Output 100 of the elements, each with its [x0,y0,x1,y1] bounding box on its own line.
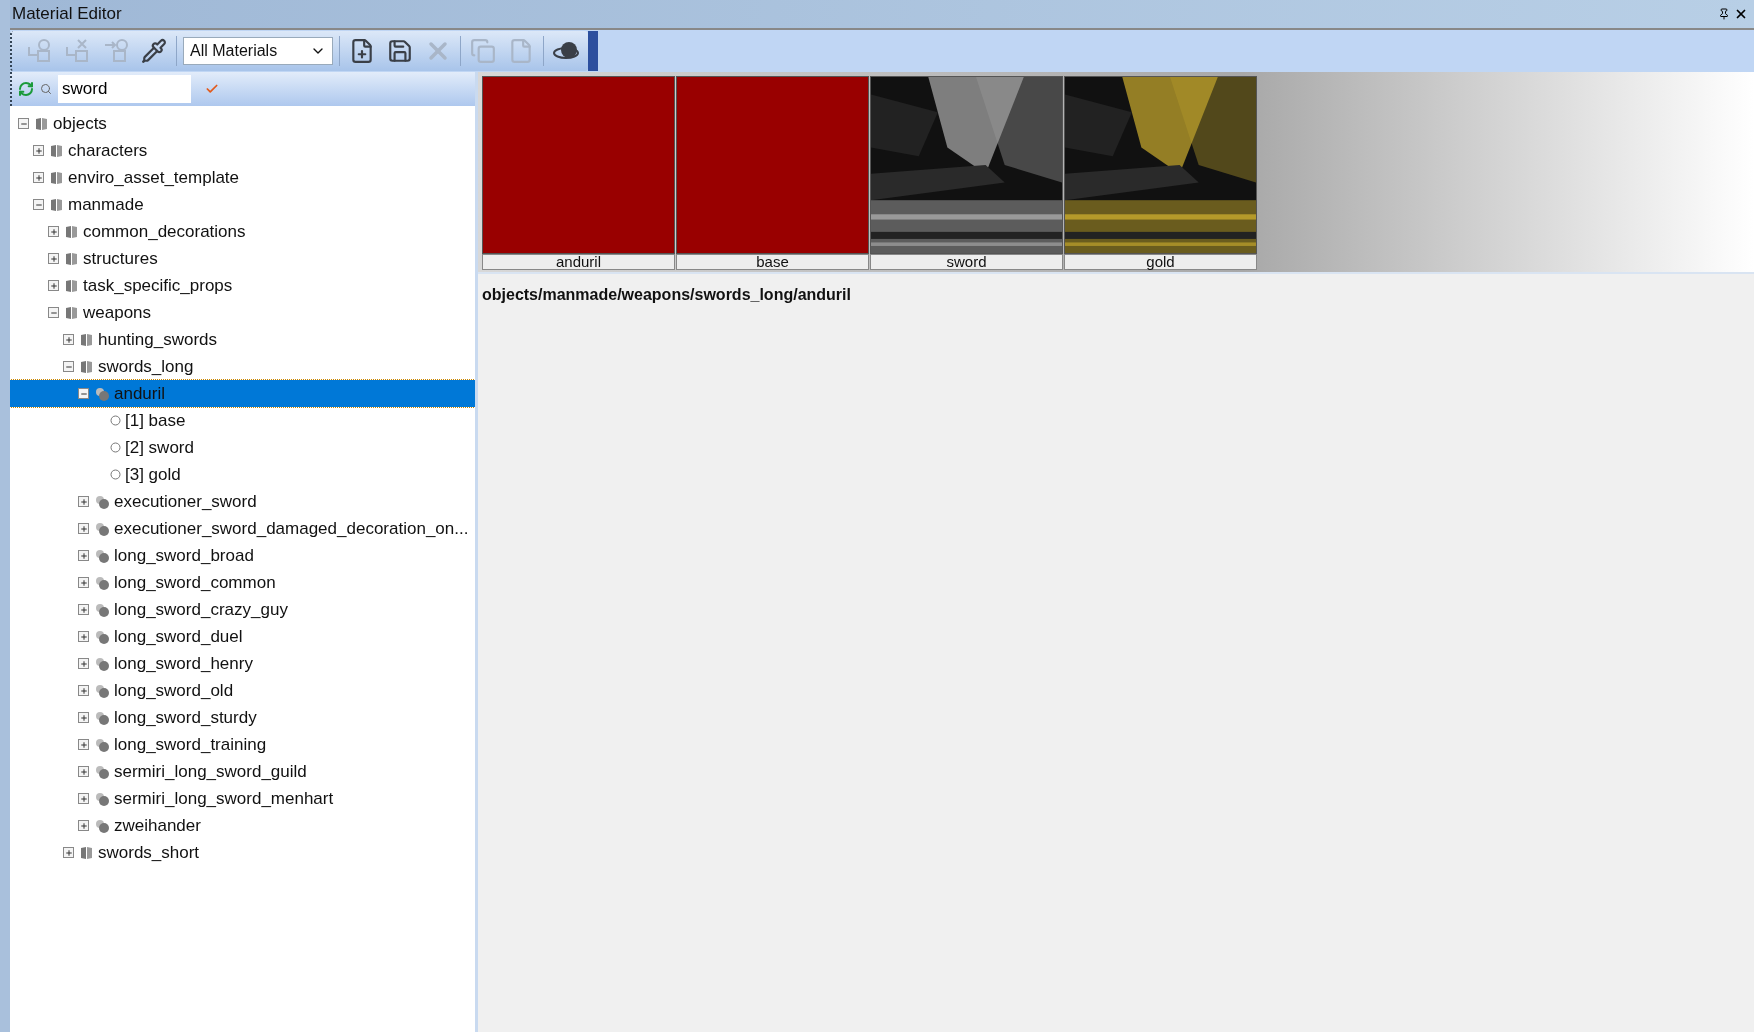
tree-item[interactable]: manmade [10,191,475,218]
tree-item[interactable]: [3] gold [10,461,475,488]
expand-icon[interactable] [48,253,59,264]
expand-icon[interactable] [78,685,89,696]
expand-icon[interactable] [78,577,89,588]
book-icon [50,197,64,212]
book-icon [80,332,94,347]
copy-icon [470,38,496,64]
tree-item[interactable]: task_specific_props [10,272,475,299]
tree-item[interactable]: sermiri_long_sword_guild [10,758,475,785]
collapse-icon[interactable] [63,361,74,372]
tree-item[interactable]: characters [10,137,475,164]
spheres-icon [95,791,110,806]
window-title: Material Editor [12,4,122,24]
book-icon [65,224,79,239]
expand-icon[interactable] [78,766,89,777]
color-swatch[interactable] [482,76,675,254]
search-icon [40,83,52,95]
new-file-icon [349,38,375,64]
tree-item[interactable]: hunting_swords [10,326,475,353]
book-icon [65,305,79,320]
expand-icon[interactable] [78,739,89,750]
pipette-icon [141,38,167,64]
thumbnail-label: base [676,254,869,270]
collapse-icon[interactable] [33,199,44,210]
tree-item[interactable]: zweihander [10,812,475,839]
expand-icon[interactable] [78,523,89,534]
spheres-icon [95,737,110,752]
tree-item[interactable]: swords_short [10,839,475,866]
box-arrow-icon [102,37,130,65]
check-icon[interactable] [205,82,219,96]
tree-item[interactable]: long_sword_sturdy [10,704,475,731]
book-icon [65,251,79,266]
color-swatch[interactable] [676,76,869,254]
tree-item[interactable]: common_decorations [10,218,475,245]
spheres-icon [95,683,110,698]
circle-icon [110,469,121,480]
spheres-icon [95,710,110,725]
tree-item[interactable]: weapons [10,299,475,326]
tree-item[interactable]: long_sword_crazy_guy [10,596,475,623]
spheres-icon [95,629,110,644]
expand-icon[interactable] [63,847,74,858]
collapse-icon[interactable] [18,118,29,129]
save-icon [387,38,413,64]
book-icon [65,278,79,293]
expand-icon[interactable] [78,712,89,723]
collapse-icon[interactable] [78,388,89,399]
refresh-icon[interactable] [18,81,34,97]
expand-icon[interactable] [78,550,89,561]
material-path: objects/manmade/weapons/swords_long/anduril [478,272,1754,316]
expand-icon[interactable] [48,280,59,291]
circle-icon [110,442,121,453]
tree-item[interactable]: [1] base [10,407,475,434]
close-icon[interactable] [1734,7,1748,21]
document-icon [508,38,534,64]
pin-icon[interactable] [1718,8,1730,20]
circle-icon [110,415,121,426]
spheres-icon [95,521,110,536]
expand-icon[interactable] [78,631,89,642]
tree-item[interactable]: swords_long [10,353,475,380]
expand-icon[interactable] [78,496,89,507]
expand-icon[interactable] [78,658,89,669]
tree-item[interactable]: executioner_sword [10,488,475,515]
expand-icon[interactable] [78,793,89,804]
spheres-icon [95,764,110,779]
tree-item[interactable]: long_sword_broad [10,542,475,569]
book-icon [80,359,94,374]
book-icon [80,845,94,860]
tree-item[interactable]: long_sword_old [10,677,475,704]
spheres-icon [95,386,110,401]
expand-icon[interactable] [33,172,44,183]
thumbnail-label: anduril [482,254,675,270]
expand-icon[interactable] [48,226,59,237]
tree-item[interactable]: objects [10,110,475,137]
tree-item[interactable]: [2] sword [10,434,475,461]
tree-item[interactable]: long_sword_common [10,569,475,596]
book-icon [50,170,64,185]
tree-item[interactable]: long_sword_duel [10,623,475,650]
collapse-icon[interactable] [48,307,59,318]
expand-icon[interactable] [33,145,44,156]
spheres-icon [95,494,110,509]
book-icon [35,116,49,131]
spheres-icon [95,818,110,833]
spheres-icon [95,548,110,563]
spheres-icon [95,656,110,671]
search-field[interactable]: sword [58,75,191,103]
spheres-icon [95,602,110,617]
materials-dropdown[interactable]: All Materials [183,37,333,65]
expand-icon[interactable] [78,604,89,615]
expand-icon[interactable] [63,334,74,345]
thumbnail-label: sword [870,254,1063,270]
tree-item[interactable]: enviro_asset_template [10,164,475,191]
tree-item[interactable]: long_sword_henry [10,650,475,677]
tree-item[interactable]: anduril [10,380,475,407]
tree-item[interactable]: structures [10,245,475,272]
tree-item[interactable]: sermiri_long_sword_menhart [10,785,475,812]
book-icon [50,143,64,158]
tree-item[interactable]: long_sword_training [10,731,475,758]
expand-icon[interactable] [78,820,89,831]
tree-item[interactable]: executioner_sword_damaged_decoration_on... [10,515,475,542]
